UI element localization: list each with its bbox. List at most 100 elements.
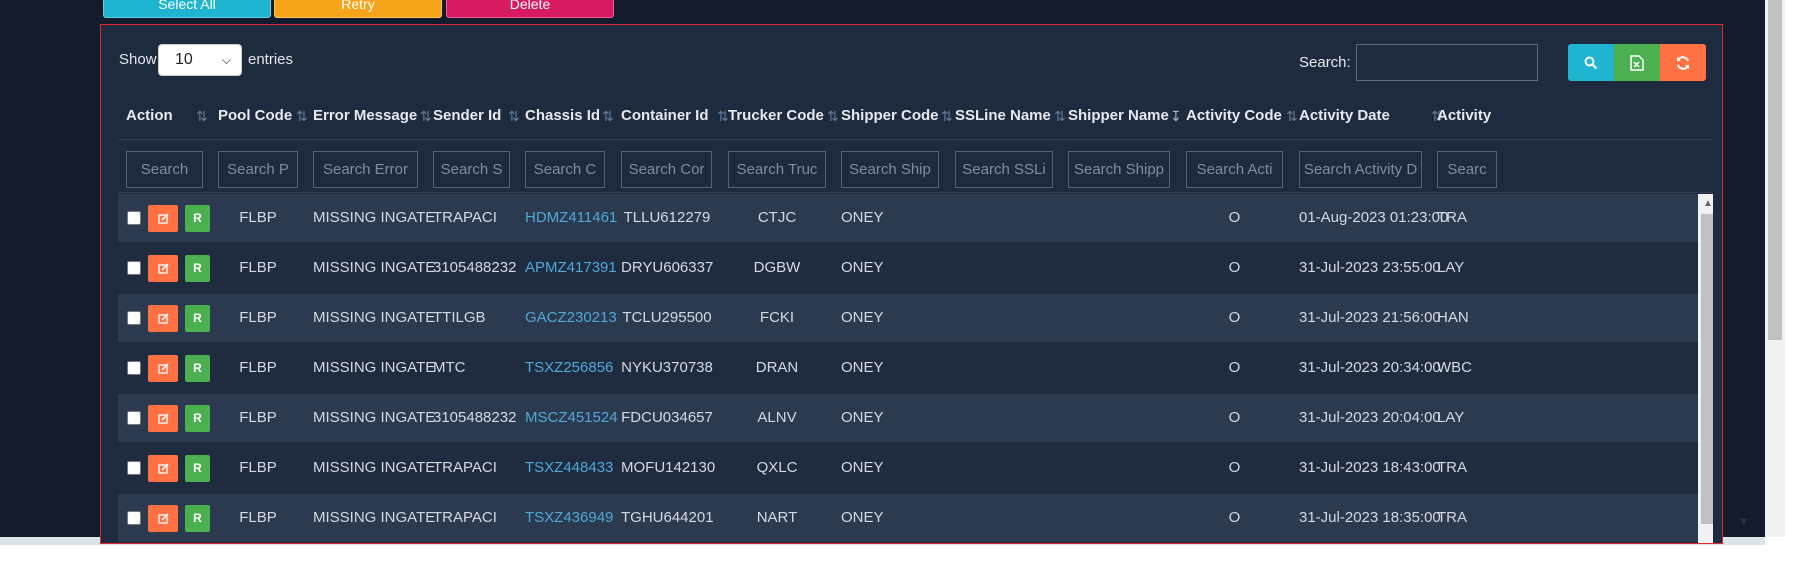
col-header-activity[interactable]: Activity [1437,93,1517,139]
filter-action[interactable]: Search [126,151,203,188]
filter-activity[interactable]: Searc [1437,151,1497,188]
r-button[interactable]: R [185,405,210,432]
edit-button[interactable] [148,255,178,282]
search-button[interactable] [1568,44,1614,81]
entries-select-value: 10 [175,51,193,68]
cell-pool: FLBP [239,359,277,376]
cell-shipper-code: ONEY [841,509,884,526]
r-button[interactable]: R [185,355,210,382]
filter-container-id[interactable]: Search Cor [621,151,712,188]
col-header-activity-code[interactable]: Activity Code ⇅ [1186,93,1298,139]
cell-chassis[interactable]: HDMZ411461 [525,194,617,242]
filter-error-message[interactable]: Search Error [313,151,418,188]
filter-ssline-name[interactable]: Search SSLi [955,151,1053,188]
cell-activity-date: 31-Jul-2023 20:04:00 [1299,409,1441,426]
col-header-ssline-name[interactable]: SSLine Name ⇅ [955,93,1067,139]
r-button[interactable]: R [185,505,210,532]
entries-select[interactable]: 10 ⌵ [158,44,242,76]
filter-shipper-code[interactable]: Search Ship [841,151,939,188]
col-header-container-id[interactable]: Container Id ⇅ [621,93,729,139]
table-panel: Show 10 ⌵ entries Search: Action ⇅ Pool C… [100,24,1723,544]
cell-chassis[interactable]: MSCZ451524 [525,394,618,442]
delete-label: Delete [509,0,551,12]
cell-trucker: CTJC [757,209,797,226]
col-header-label: Activity [1437,107,1492,124]
sort-icon: ⇅ [296,108,308,124]
scroll-up-icon[interactable]: ▲ [1698,194,1713,214]
edit-button[interactable] [148,355,178,382]
cell-activity: TRA [1437,209,1467,226]
cell-chassis[interactable]: GACZ230213 [525,294,617,342]
col-header-shipper-name[interactable]: Shipper Name ↧ [1068,93,1182,139]
table-row[interactable]: R FLBP MISSING INGATE MTC TSXZ256856 NYKU3707… [118,344,1698,392]
r-button[interactable]: R [185,305,210,332]
col-header-trucker-code[interactable]: Trucker Code ⇅ [728,93,840,139]
sort-icon: ⇅ [941,108,953,124]
table-row[interactable]: R FLBP MISSING INGATE 3105488232 APMZ417391 D… [118,244,1698,292]
edit-button[interactable] [148,505,178,532]
filter-shipper-name[interactable]: Search Shipp [1068,151,1170,188]
table-row[interactable]: R FLBP MISSING INGATE TRAPACI TSXZ448433 MOFU… [118,444,1698,492]
cell-chassis[interactable]: APMZ417391 [525,244,617,292]
sort-icon: ⇅ [196,108,208,124]
r-button[interactable]: R [185,455,210,482]
row-checkbox[interactable] [127,311,141,325]
delete-button[interactable]: Delete [446,0,614,18]
col-header-label: Trucker Code [728,107,824,124]
cell-chassis[interactable]: TSXZ448433 [525,444,613,492]
row-checkbox[interactable] [127,411,141,425]
row-checkbox[interactable] [127,461,141,475]
export-excel-button[interactable] [1614,44,1660,81]
edit-button[interactable] [148,205,178,232]
cell-pool: FLBP [239,309,277,326]
cell-chassis[interactable]: TSXZ436949 [525,494,613,542]
retry-button[interactable]: Retry [274,0,442,18]
col-header-shipper-code[interactable]: Shipper Code ⇅ [841,93,953,139]
select-all-button[interactable]: Select All [103,0,271,18]
filter-sender-id[interactable]: Search S [433,151,510,188]
table-scrollbar[interactable]: ▲ [1698,194,1713,543]
col-header-label: Shipper Code [841,107,939,124]
col-header-activity-date[interactable]: Activity Date ⇅ [1299,93,1443,139]
edit-button[interactable] [148,455,178,482]
col-header-error-message[interactable]: Error Message ⇅ [313,93,432,139]
edit-button[interactable] [148,405,178,432]
col-header-pool-code[interactable]: Pool Code ⇅ [218,93,308,139]
filter-chassis-id[interactable]: Search C [525,151,605,188]
r-button[interactable]: R [185,205,210,232]
refresh-button[interactable] [1660,44,1706,81]
col-header-sender-id[interactable]: Sender Id ⇅ [433,93,523,139]
filter-activity-code[interactable]: Search Acti [1186,151,1283,188]
scroll-down-icon[interactable]: ▼ [1738,516,1749,528]
filter-trucker-code[interactable]: Search Truc [728,151,826,188]
table-row[interactable]: R FLBP MISSING INGATE TRAPACI TSXZ436949 TGHU… [118,494,1698,542]
cell-activity-date: 31-Jul-2023 18:35:00 [1299,509,1441,526]
table-scrollbar-thumb[interactable] [1701,214,1713,524]
table-row[interactable]: R FLBP MISSING INGATE 3105488232 MSCZ451524 F… [118,394,1698,442]
row-checkbox[interactable] [127,261,141,275]
page-scrollbar[interactable] [1765,0,1785,537]
cell-activity-date: 31-Jul-2023 20:34:00 [1299,359,1441,376]
sort-icon: ⇅ [1286,108,1298,124]
col-header-action[interactable]: Action ⇅ [126,93,208,139]
edit-icon [157,513,169,524]
table-row[interactable]: R FLBP MISSING INGATE TTILGB GACZ230213 TCLU2… [118,294,1698,342]
cell-error: MISSING INGATE [313,209,436,226]
col-header-chassis-id[interactable]: Chassis Id ⇅ [525,93,615,139]
filter-activity-date[interactable]: Search Activity D [1299,151,1422,188]
col-header-label: Activity Code [1186,107,1282,124]
table-row[interactable]: R FLBP MISSING INGATE TRAPACI HDMZ411461 TLLU… [118,194,1698,242]
row-checkbox[interactable] [127,511,141,525]
row-checkbox[interactable] [127,361,141,375]
r-button[interactable]: R [185,255,210,282]
cell-shipper-code: ONEY [841,209,884,226]
search-input[interactable] [1356,44,1538,81]
chevron-down-icon: ⌵ [221,53,231,67]
cell-chassis[interactable]: TSXZ256856 [525,344,613,392]
filter-pool-code[interactable]: Search P [218,151,298,188]
edit-button[interactable] [148,305,178,332]
cell-container: NYKU370738 [621,359,713,376]
row-checkbox[interactable] [127,211,141,225]
page-scrollbar-thumb[interactable] [1768,0,1782,340]
edit-icon [157,213,169,224]
